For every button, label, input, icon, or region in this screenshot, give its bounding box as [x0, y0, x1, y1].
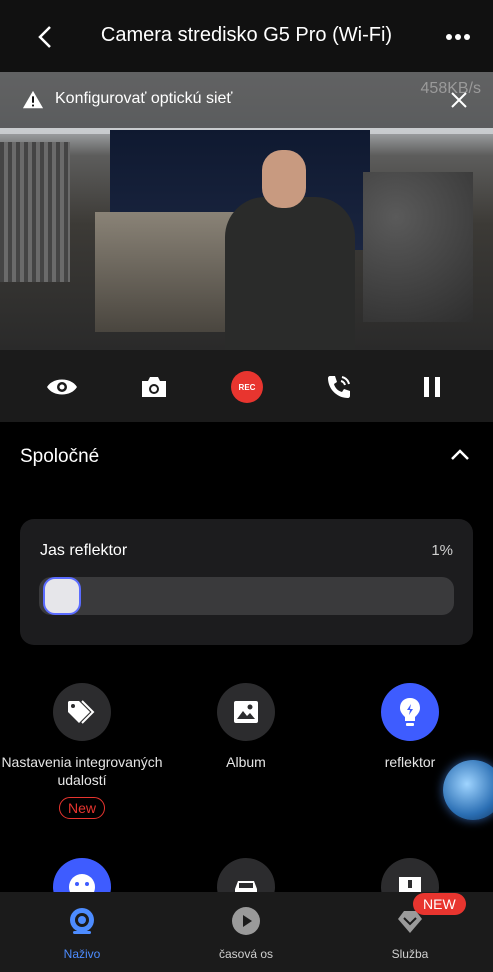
new-badge: New	[58, 797, 105, 819]
eye-icon	[47, 379, 77, 395]
video-scene-panels	[0, 142, 70, 282]
bulb-icon	[400, 698, 420, 726]
brightness-card: Jas reflektor 1%	[20, 519, 473, 645]
brightness-value: 1%	[431, 542, 453, 559]
play-icon	[232, 907, 260, 935]
tag-icon	[68, 700, 95, 724]
call-button[interactable]	[323, 371, 355, 403]
video-scene-person-head	[262, 150, 306, 208]
banner-text: Konfigurovať optickú sieť	[55, 90, 233, 107]
tile-album[interactable]: Album	[161, 683, 331, 771]
phone-icon	[328, 376, 350, 398]
tile-label: Album	[226, 754, 266, 770]
video-controls: REC	[0, 350, 493, 422]
live-camera-icon	[70, 908, 94, 934]
brightness-label: Jas reflektor	[40, 542, 128, 559]
tile-label: Nastavenia integrovaných udalostí	[1, 754, 163, 788]
section-title: Spoločné	[20, 446, 100, 467]
warning-icon	[22, 90, 44, 109]
record-button[interactable]: REC	[231, 371, 263, 403]
nav-item-live[interactable]: Naživo	[22, 906, 142, 961]
network-warning-banner[interactable]: Konfigurovať optickú sieť 458KB/s	[0, 72, 493, 128]
service-new-badge: NEW	[413, 893, 466, 915]
image-icon	[234, 701, 258, 723]
tile-icon-circle	[53, 683, 111, 741]
snapshot-button[interactable]	[138, 371, 170, 403]
brightness-slider[interactable]	[39, 577, 454, 615]
view-button[interactable]	[46, 371, 78, 403]
top-bar: Camera stredisko G5 Pro (Wi-Fi)	[0, 0, 493, 72]
live-video[interactable]: Konfigurovať optickú sieť 458KB/s	[0, 72, 493, 350]
chevron-left-icon	[38, 26, 51, 48]
camera-icon	[142, 377, 166, 397]
pause-button[interactable]	[416, 371, 448, 403]
page-title: Camera stredisko G5 Pro (Wi-Fi)	[100, 24, 393, 46]
more-button[interactable]	[441, 22, 475, 52]
video-scene-hex-wall	[363, 172, 473, 322]
app-screen: Camera stredisko G5 Pro (Wi-Fi) Konfigur…	[0, 0, 493, 972]
close-icon[interactable]	[449, 90, 469, 110]
chevron-up-icon[interactable]	[449, 444, 471, 466]
pause-icon	[424, 377, 440, 397]
tile-icon-circle-active	[381, 683, 439, 741]
nav-label: Naživo	[63, 947, 101, 961]
nav-item-timeline[interactable]: časová os	[186, 906, 306, 961]
tile-spotlight[interactable]: reflektor	[325, 683, 493, 771]
floating-assistant-button[interactable]	[443, 760, 493, 820]
video-scene-person	[225, 197, 355, 350]
nav-label: časová os	[218, 947, 274, 961]
nav-label: Služba	[391, 947, 429, 961]
back-button[interactable]	[30, 22, 60, 52]
tile-event-settings[interactable]: Nastavenia integrovaných udalostí New	[0, 683, 167, 819]
slider-thumb[interactable]	[42, 577, 81, 615]
video-scene-shelf	[95, 212, 245, 332]
tile-icon-circle	[217, 683, 275, 741]
more-dots-icon	[446, 34, 470, 40]
